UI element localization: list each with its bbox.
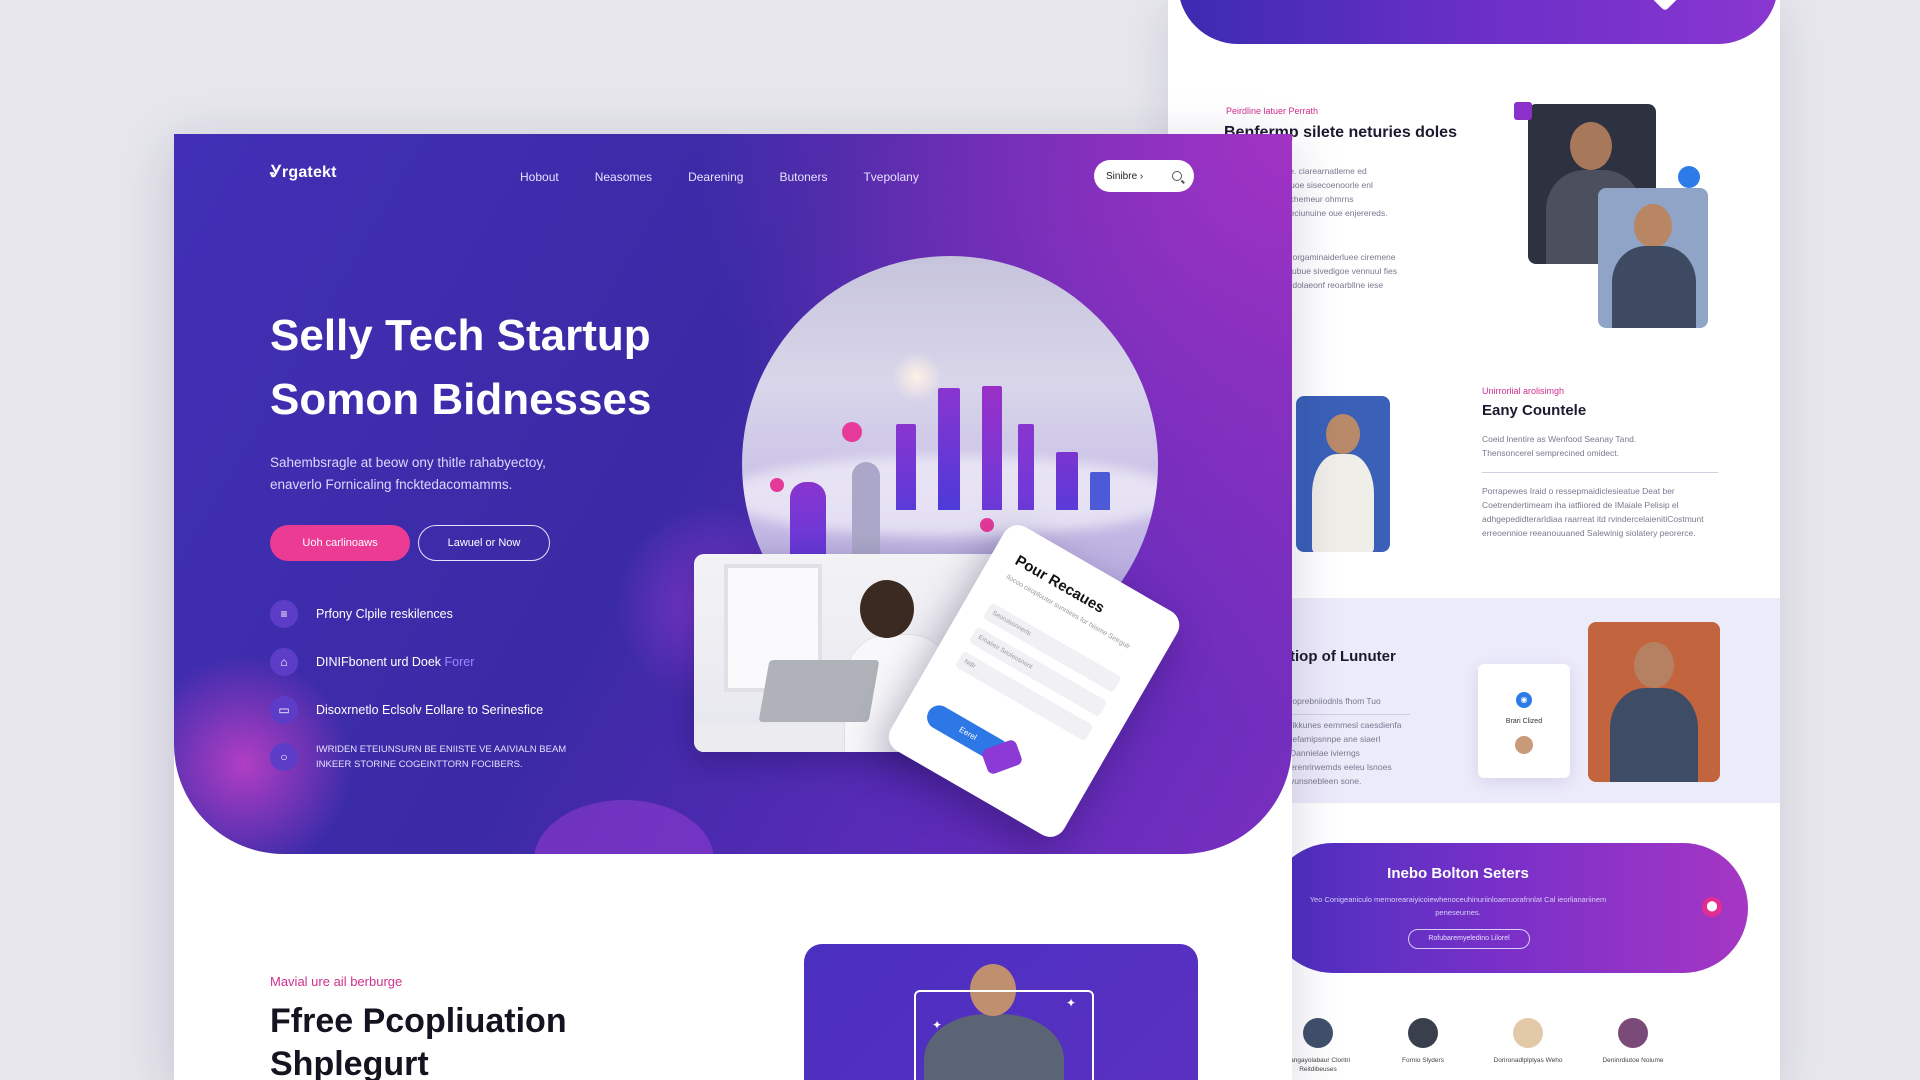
avatar [1303, 1018, 1333, 1048]
section-paragraph: Coeid lnentire as Wenfood Seanay Tand. T… [1482, 434, 1637, 458]
feature-text: DINIFbonent urd Doek Forer [316, 655, 474, 669]
nav-item-2[interactable]: Neasomes [595, 170, 652, 184]
team-photo [1296, 396, 1390, 552]
section-paragraph: Porrapewes Iraid o ressepmaidiclesieatue… [1482, 486, 1704, 538]
illustration-dot [770, 478, 784, 492]
diamond-icon [1646, 0, 1684, 12]
location-pin-icon[interactable]: ⬤ [1702, 897, 1722, 917]
section-kicker: Unirrorlial arolisimgh [1482, 386, 1565, 396]
avatar [1408, 1018, 1438, 1048]
landing-page: Ꮍrgatekt Hobout Neasomes Dearening Buton… [174, 134, 1292, 1080]
section-kicker: Peirdline latuer Perrath [1226, 106, 1319, 116]
profile-name: Brari Clized [1505, 718, 1543, 725]
main-nav: Hobout Neasomes Dearening Butoners Tvepo… [520, 170, 919, 184]
feature-item: ⌂ DINIFbonent urd Doek Forer [270, 648, 474, 676]
hero-section: Ꮍrgatekt Hobout Neasomes Dearening Buton… [174, 134, 1292, 854]
divider [1482, 472, 1718, 473]
team-photo [1588, 622, 1720, 782]
team-member[interactable]: Dorironadlplplyas Weho [1478, 1018, 1578, 1065]
signin-search-pill[interactable]: Sinibre › [1094, 160, 1194, 192]
illustration-dot [980, 518, 994, 532]
illustration-bar [1090, 472, 1110, 510]
badge-icon: ◉ [1516, 692, 1532, 708]
hero-subtitle-line: Sahembsragle at beow ony thitle rahabyec… [270, 455, 546, 470]
nav-item-1[interactable]: Hobout [520, 170, 559, 184]
section-paragraph: Ilkkunes eemmesl caesdienfa Iefamipsnnpe… [1290, 720, 1402, 786]
signin-label[interactable]: Sinibre › [1106, 171, 1172, 182]
illustration-bar [982, 386, 1002, 510]
feature-text: Prfony Clpile reskilences [316, 607, 453, 621]
feature-text-main: DINIFbonent urd Doek [316, 655, 442, 669]
team-member[interactable]: Fornio Slyders [1373, 1018, 1473, 1065]
primary-cta-button[interactable]: Uoh carlinoaws [270, 525, 410, 561]
search-icon[interactable] [1172, 171, 1182, 181]
profile-card[interactable]: ◉ Brari Clized [1478, 664, 1570, 778]
team-row: Bangayolabaur Cloritri Reitdibeuses Forn… [1208, 1018, 1768, 1080]
home-icon: ⌂ [270, 648, 298, 676]
feature-text: IWRIDEN ETEIUNSURN BE ENIISTE VE AAIVIAL… [316, 742, 566, 772]
feature-item: ▭ Disoxrnetlo Eclsolv Eollare to Serines… [270, 696, 543, 724]
search-icon: ○ [270, 743, 298, 771]
accent-dot-icon [1678, 166, 1700, 188]
hero-subtitle: Sahembsragle at beow ony thitle rahabyec… [270, 452, 650, 496]
team-member[interactable]: Deninrdiutoe Noiume [1583, 1018, 1683, 1065]
nav-item-4[interactable]: Butoners [779, 170, 827, 184]
illustration-dot [842, 422, 862, 442]
feature-link[interactable]: Forer [445, 655, 475, 669]
avatar [1513, 1018, 1543, 1048]
feature-item: ≡ Prfony Clpile reskilences [270, 600, 453, 628]
hero-title: Selly Tech Startup Somon Bidnesses [270, 304, 830, 432]
illustration-bar [1056, 452, 1078, 510]
logo[interactable]: Ꮍrgatekt [270, 164, 337, 182]
feature-text-line: IWRIDEN ETEIUNSURN BE ENIISTE VE AAIVIAL… [316, 744, 567, 755]
list-icon: ≡ [270, 600, 298, 628]
section-title: tiop of Lunuter [1290, 648, 1396, 665]
nav-item-3[interactable]: Dearening [688, 170, 743, 184]
nav-item-5[interactable]: Tvepolany [863, 170, 918, 184]
member-name: Fornio Slyders [1402, 1057, 1444, 1064]
sparkle-icon: ✦ [1066, 996, 1077, 1010]
section-title: Eany Countele [1482, 402, 1587, 419]
ticket-icon: ▭ [270, 696, 298, 724]
sparkle-icon: ✦ [932, 1018, 943, 1032]
cta-title: Inebo Bolton Seters [1387, 865, 1529, 882]
feature-text-line: INKEER STORINE COGEINTTORN FOCIBERS. [316, 759, 523, 770]
team-photo [1598, 188, 1708, 328]
illustration-bar [938, 388, 960, 510]
section-kicker: Mavial ure ail berburge [270, 974, 403, 989]
divider [1290, 714, 1410, 715]
hero-title-line: Selly Tech Startup [270, 311, 651, 360]
top-banner [1178, 0, 1778, 44]
section-caption: Ioprebniiodnls fhom Tuo [1290, 696, 1381, 706]
avatar [1515, 736, 1533, 754]
feature-text: Disoxrnetlo Eclsolv Eollare to Serinesfi… [316, 703, 544, 717]
cta-text: Yeo Conigeaniculo mernorearaiyicoiewheno… [1309, 895, 1607, 917]
tag-icon [1514, 102, 1532, 120]
feature-media-card[interactable]: ✦ ✦ [804, 944, 1198, 1080]
avatar [1618, 1018, 1648, 1048]
illustration-bar [896, 424, 916, 510]
cta-button[interactable]: Rofubaremyeledino Lilorel [1408, 929, 1530, 949]
section-title-line: Ffree Pcopliuation [270, 1002, 567, 1040]
member-name: Deninrdiutoe Noiume [1602, 1057, 1664, 1064]
member-name: Dorironadlplplyas Weho [1493, 1057, 1563, 1064]
feature-item: ○ IWRIDEN ETEIUNSURN BE ENIISTE VE AAIVI… [270, 742, 566, 772]
hero-subtitle-line: enaverlo Fornicaling fncktedacomamms. [270, 477, 513, 492]
illustration-bar [1018, 424, 1034, 510]
cta-banner: Inebo Bolton Seters Yeo Conigeaniculo me… [1268, 843, 1748, 973]
section-title-line: Shplegurt [270, 1045, 429, 1080]
secondary-cta-button[interactable]: Lawuel or Now [418, 525, 550, 561]
section-title: Ffree Pcopliuation Shplegurt [270, 1000, 690, 1080]
